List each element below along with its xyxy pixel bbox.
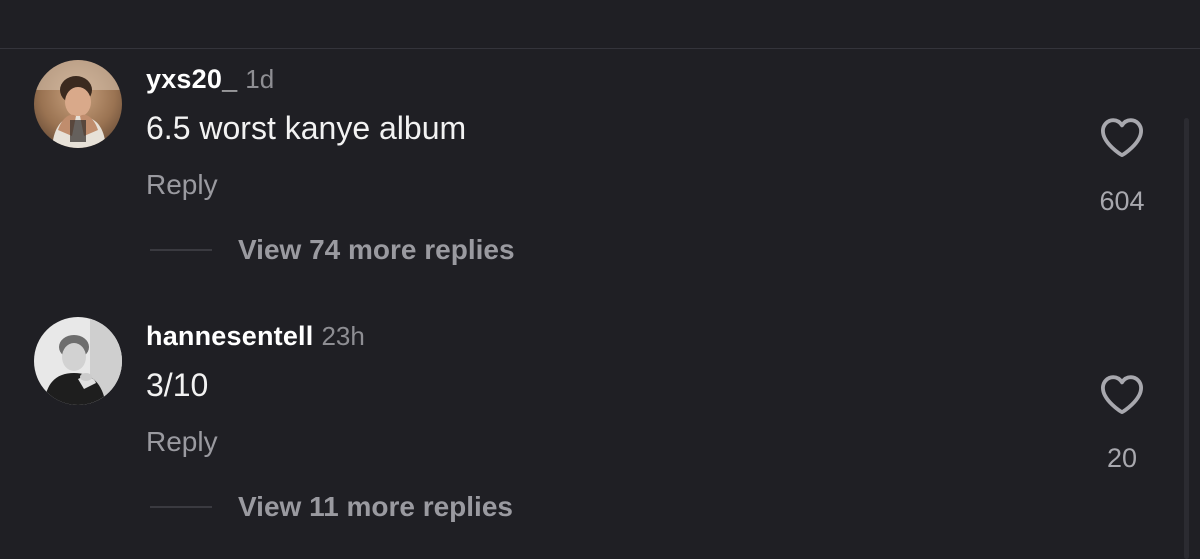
comment-header: yxs20_ 1d: [146, 64, 274, 95]
reply-button[interactable]: Reply: [146, 169, 218, 201]
avatar[interactable]: [34, 317, 122, 405]
comment-header: hannesentell 23h: [146, 321, 365, 352]
timestamp: 23h: [321, 321, 365, 351]
timestamp: 1d: [245, 64, 275, 94]
like-control: 20: [1077, 373, 1167, 474]
username[interactable]: yxs20_: [146, 64, 237, 94]
avatar[interactable]: [34, 60, 122, 148]
comment-text: 3/10: [146, 367, 209, 403]
heart-icon[interactable]: [1099, 116, 1145, 158]
user-avatar-photo-grayscale-icon: [34, 317, 122, 405]
user-avatar-photo-icon: [34, 60, 122, 148]
replies-divider: [150, 506, 212, 508]
like-count: 20: [1106, 443, 1138, 473]
view-replies-button[interactable]: View 11 more replies: [150, 491, 513, 523]
comment-text: 6.5 worst kanye album: [146, 110, 467, 146]
username[interactable]: hannesentell: [146, 321, 313, 351]
view-replies-label[interactable]: View 11 more replies: [238, 491, 513, 523]
replies-divider: [150, 249, 212, 251]
reply-button[interactable]: Reply: [146, 426, 218, 458]
comment-item: yxs20_ 1d 6.5 worst kanye album Reply 604…: [0, 0, 1200, 265]
heart-icon[interactable]: [1099, 373, 1145, 415]
like-control: 604: [1077, 116, 1167, 217]
like-count: 604: [1099, 186, 1145, 216]
comment-item: hannesentell 23h 3/10 Reply 20 View 11 mo…: [0, 257, 1200, 522]
